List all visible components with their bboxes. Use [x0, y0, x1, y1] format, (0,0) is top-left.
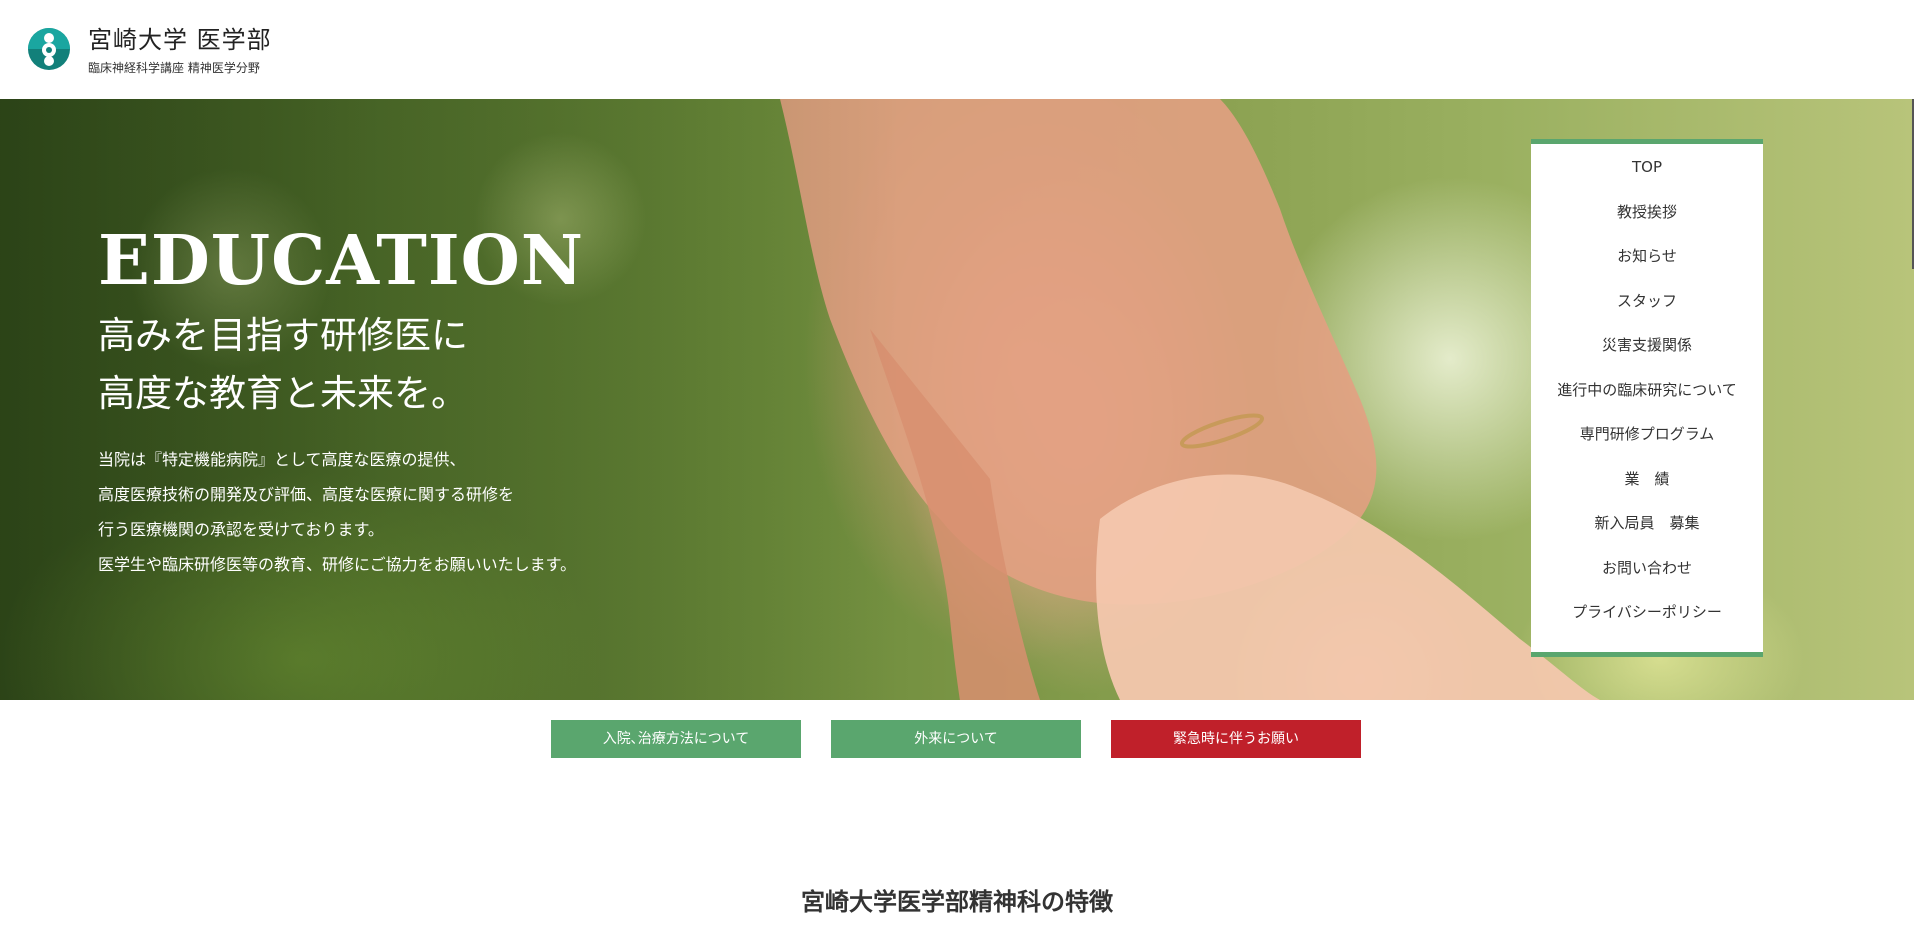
hero-body-line: 行う医療機関の承認を受けております。 — [98, 520, 384, 539]
nav-item-top[interactable]: TOP — [1531, 158, 1763, 203]
site-header: 宮崎大学 医学部 臨床神経科学講座 精神医学分野 — [0, 0, 1914, 99]
hero-body-line: 高度医療技術の開発及び評価、高度な医療に関する研修を — [98, 485, 515, 504]
site-subtitle: 臨床神経科学講座 精神医学分野 — [88, 61, 260, 75]
nav-item-achievements[interactable]: 業 績 — [1531, 470, 1763, 515]
nav-item-contact[interactable]: お問い合わせ — [1531, 559, 1763, 604]
emergency-request-button[interactable]: 緊急時に伴うお願い — [1111, 720, 1361, 758]
outpatient-button[interactable]: 外来について — [831, 720, 1081, 758]
hero-body-line: 医学生や臨床研修医等の教育、研修にご協力をお願いいたします。 — [98, 555, 577, 574]
nav-item-disaster-support[interactable]: 災害支援関係 — [1531, 336, 1763, 381]
nav-item-privacy-policy[interactable]: プライバシーポリシー — [1531, 603, 1763, 648]
side-navigation: TOP 教授挨拶 お知らせ スタッフ 災害支援関係 進行中の臨床研究について 専… — [1531, 139, 1763, 657]
admission-treatment-button[interactable]: 入院､治療方法について — [551, 720, 801, 758]
hero-body: 当院は『特定機能病院』として高度な医療の提供、 高度医療技術の開発及び評価、高度… — [98, 442, 576, 582]
nav-item-recruitment[interactable]: 新入局員 募集 — [1531, 514, 1763, 559]
site-title[interactable]: 宮崎大学 医学部 — [88, 20, 272, 55]
hero-lead-line: 高度な教育と未来を。 — [98, 372, 468, 415]
hero-lead-line: 高みを目指す研修医に — [98, 314, 468, 357]
university-emblem-icon[interactable] — [27, 27, 71, 71]
hero-lead: 高みを目指す研修医に 高度な教育と未来を。 — [98, 307, 468, 423]
hero-heading: EDUCATION — [98, 221, 585, 301]
features-section-title: 宮崎大学医学部精神科の特徴 — [801, 887, 1113, 916]
nav-item-training-program[interactable]: 専門研修プログラム — [1531, 425, 1763, 470]
nav-item-clinical-research[interactable]: 進行中の臨床研究について — [1531, 381, 1763, 426]
hero-body-line: 当院は『特定機能病院』として高度な医療の提供、 — [98, 450, 466, 469]
nav-item-greeting[interactable]: 教授挨拶 — [1531, 203, 1763, 248]
nav-item-news[interactable]: お知らせ — [1531, 247, 1763, 292]
nav-item-staff[interactable]: スタッフ — [1531, 292, 1763, 337]
